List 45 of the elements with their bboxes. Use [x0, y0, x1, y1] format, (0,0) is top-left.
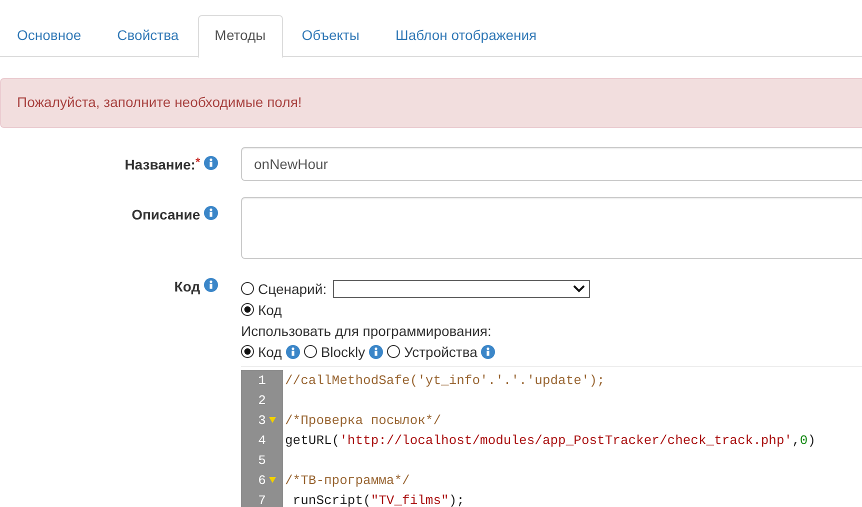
- radio-button[interactable]: [387, 345, 400, 358]
- description-field[interactable]: [241, 197, 862, 259]
- radio-label[interactable]: Код: [258, 302, 282, 318]
- radio-label[interactable]: Устройства: [404, 344, 478, 360]
- script-select[interactable]: [332, 280, 590, 298]
- code-line: //callMethodSafe('yt_info'.'.'.'update');: [284, 372, 605, 388]
- radio-button[interactable]: [241, 282, 254, 295]
- code-line: /*Проверка посылок*/: [284, 412, 442, 428]
- tab[interactable]: Методы: [198, 15, 283, 58]
- line-number: 5: [258, 452, 266, 468]
- usage-label: Использовать для программирования:: [241, 322, 492, 338]
- info-icon[interactable]: [204, 156, 218, 170]
- radio-button[interactable]: [241, 345, 254, 358]
- code-line: runScript("TV_films");: [292, 492, 464, 507]
- tab[interactable]: Шаблон отображения: [378, 15, 554, 58]
- tab[interactable]: Объекты: [284, 15, 376, 58]
- line-number: 7: [258, 492, 266, 507]
- code-line: getURL('http://localhost/modules/app_PostTracker/check_track.php',0): [284, 432, 816, 448]
- radio-button[interactable]: [241, 303, 254, 316]
- radio-label[interactable]: Код: [258, 344, 282, 360]
- field-label: Название:: [124, 156, 196, 172]
- line-number: 3: [258, 412, 266, 428]
- info-icon[interactable]: [369, 344, 384, 358]
- alert-message: Пожалуйста, заполните необходимые поля!: [17, 94, 302, 110]
- line-number: 1: [258, 372, 266, 388]
- info-icon[interactable]: [204, 278, 218, 292]
- radio-button[interactable]: [304, 345, 317, 358]
- radio-label[interactable]: Сценарий:: [258, 280, 327, 296]
- tab[interactable]: Свойства: [100, 15, 196, 58]
- info-icon[interactable]: [481, 344, 496, 358]
- line-number: 2: [258, 392, 266, 408]
- fold-arrow-icon[interactable]: [269, 417, 276, 423]
- field-label: Описание: [132, 206, 200, 222]
- name-field[interactable]: onNewHour: [241, 147, 862, 181]
- info-icon[interactable]: [204, 206, 218, 220]
- code-line: /*ТВ-программа*/: [284, 472, 410, 488]
- radio-label[interactable]: Blockly: [320, 344, 366, 360]
- fold-arrow-icon[interactable]: [269, 477, 276, 483]
- tab[interactable]: Основное: [0, 15, 98, 58]
- chevron-down-icon: [572, 284, 585, 292]
- info-icon[interactable]: [286, 344, 300, 358]
- line-number: 6: [258, 472, 266, 488]
- line-number: 4: [258, 432, 266, 448]
- required-mark: *: [195, 155, 200, 169]
- field-label: Код: [174, 278, 200, 294]
